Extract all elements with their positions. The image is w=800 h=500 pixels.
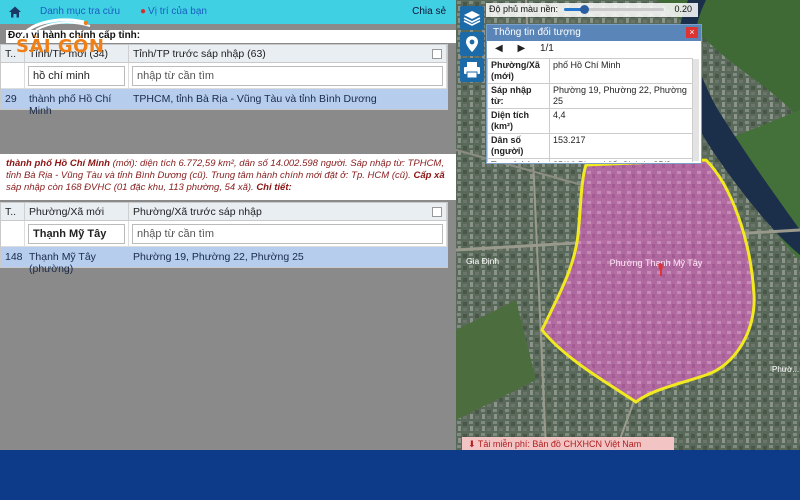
layers-icon [463, 11, 481, 26]
col-new-ward-label: Phường/Xã mới [29, 206, 105, 218]
column-menu-icon[interactable] [432, 207, 442, 217]
search-panel: Danh mục tra cứu ● Vị trí của bạn Chia sẻ… [0, 0, 456, 450]
info-table: Phường/Xã (mới) phố Hồ Chí Minh Sáp nhập t… [487, 58, 693, 162]
ward-grid: T.. Phường/Xã mới Phường/Xã trước sáp nh… [0, 202, 448, 275]
my-location-label: Vị trí của bạn [148, 6, 207, 17]
ward-old-filter-input[interactable] [132, 224, 443, 244]
info-value: 4,4 [549, 108, 693, 134]
download-icon: ⬇ [468, 439, 478, 449]
download-text: Tải miễn phí: Bản đồ CHXHCN Việt Nam 1:6… [477, 439, 642, 449]
place-label-ward-2: Phườ... [772, 365, 799, 374]
detail-link[interactable]: Chi tiết [256, 182, 288, 193]
location-icon [466, 36, 478, 52]
col-index-header[interactable]: T.. [1, 203, 25, 220]
info-key: Dân số (người) [487, 133, 550, 159]
row-old-ward: Phường 19, Phường 22, Phường 25 [133, 251, 304, 263]
province-filter-row [1, 63, 447, 89]
detail-suffix: : [288, 182, 292, 193]
print-icon [464, 62, 480, 79]
filter-spacer [1, 221, 25, 246]
print-button[interactable] [460, 58, 484, 82]
opacity-slider-handle[interactable] [580, 5, 589, 14]
info-key: Phường/Xã (mới) [487, 58, 550, 84]
row-new-province: thành phố Hồ Chí Minh [29, 93, 112, 117]
province-description: thành phố Hồ Chí Minh (mới): diện tích 6… [0, 154, 456, 200]
desc-level-text: sáp nhập còn 168 ĐVHC (01 đặc khu, 113 p… [6, 182, 257, 193]
info-value: 85/16 Phạm Viết Chánh, 85/8 Phạm Viết Ch… [549, 158, 693, 162]
info-value: 153.217 [549, 133, 693, 159]
col-old-province-header[interactable]: Tỉnh/TP trước sáp nhập (63) [129, 45, 447, 62]
table-row[interactable]: 148 Thạnh Mỹ Tây (phường) Phường 19, Phư… [1, 247, 447, 275]
info-row: Trụ sở hành chính (mới)85/16 Phạm Viết C… [487, 158, 693, 162]
layers-button[interactable] [460, 6, 484, 30]
filter-old-cell [129, 221, 447, 246]
bottom-banner [0, 450, 800, 500]
prev-arrow-icon[interactable]: ◀ [495, 43, 503, 54]
pager-count: 1/1 [539, 43, 554, 54]
locate-button[interactable] [460, 32, 484, 56]
info-key: Trụ sở hành chính (mới) [487, 158, 550, 162]
info-panel-scrollbar[interactable] [693, 59, 699, 161]
map-pin-icon: ● [140, 6, 147, 17]
col-old-ward-header[interactable]: Phường/Xã trước sáp nhập [129, 203, 447, 220]
info-key: Sáp nhập từ: [487, 83, 550, 109]
table-row[interactable]: 29 thành phố Hồ Chí Minh TPHCM, tỉnh Bà … [1, 89, 447, 117]
close-icon[interactable]: × [686, 27, 698, 38]
info-panel-title: Thông tin đối tượng [493, 27, 581, 38]
logo-text: SÀI GÒN [16, 36, 105, 57]
ward-map-label: Phường Thạnh Mỹ Tây [610, 258, 703, 268]
col-old-province-label: Tỉnh/TP trước sáp nhập (63) [133, 48, 266, 60]
row-new-ward: Thạnh Mỹ Tây (phường) [29, 251, 96, 275]
share-link[interactable]: Chia sẻ [412, 6, 446, 17]
my-location-link[interactable]: ● Vị trí của bạn [140, 6, 207, 17]
download-map-link[interactable]: ⬇ Tải miễn phí: Bản đồ CHXHCN Việt Nam 1… [462, 437, 674, 450]
row-index: 29 [5, 93, 17, 105]
map-view[interactable]: Phường Thạnh Mỹ Tây Gia Định Phườ... Độ … [456, 0, 800, 450]
info-panel-titlebar[interactable]: Thông tin đối tượng × [487, 25, 701, 41]
ward-filter-row [1, 221, 447, 247]
ward-new-filter-input[interactable] [28, 224, 125, 244]
opacity-label: Độ phủ màu nền: [489, 4, 559, 14]
info-row: Phường/Xã (mới) phố Hồ Chí Minh [487, 58, 693, 84]
filter-new-cell [25, 63, 129, 88]
info-row: Dân số (người) 153.217 [487, 133, 693, 159]
province-old-filter-input[interactable] [132, 66, 443, 86]
filter-old-cell [129, 63, 447, 88]
opacity-control: Độ phủ màu nền: 0.20 [486, 3, 698, 17]
desc-level-label: Cấp xã [413, 170, 445, 181]
province-new-filter-input[interactable] [28, 66, 125, 86]
info-value: phố Hồ Chí Minh [549, 58, 693, 84]
opacity-value: 0.20 [674, 4, 692, 14]
feature-info-panel: Thông tin đối tượng × ◀ ▶ 1/1 Phường/Xã … [486, 24, 702, 164]
row-old-province: TPHCM, tỉnh Bà Rịa - Vũng Tàu và tỉnh Bì… [133, 93, 377, 105]
info-pager: ◀ ▶ 1/1 [487, 41, 701, 57]
filter-spacer [1, 63, 25, 88]
next-arrow-icon[interactable]: ▶ [517, 43, 525, 54]
filter-new-cell [25, 221, 129, 246]
info-key: Diện tích (km²) [487, 108, 550, 134]
ward-grid-header: T.. Phường/Xã mới Phường/Xã trước sáp nh… [1, 203, 447, 221]
desc-name: thành phố Hồ Chí Minh [6, 158, 110, 169]
info-row: Sáp nhập từ: Phường 19, Phường 22, Phường… [487, 83, 693, 109]
col-old-ward-label: Phường/Xã trước sáp nhập [133, 206, 262, 218]
logo: SÀI GÒN [6, 14, 116, 58]
place-label-gia-dinh: Gia Định [466, 256, 499, 266]
column-menu-icon[interactable] [432, 49, 442, 59]
col-new-ward-header[interactable]: Phường/Xã mới [25, 203, 129, 220]
info-value: Phường 19, Phường 22, Phường 25 [549, 83, 693, 109]
info-panel-body: Phường/Xã (mới) phố Hồ Chí Minh Sáp nhập t… [487, 58, 697, 162]
row-index: 148 [5, 251, 23, 263]
info-row: Diện tích (km²) 4,4 [487, 108, 693, 134]
